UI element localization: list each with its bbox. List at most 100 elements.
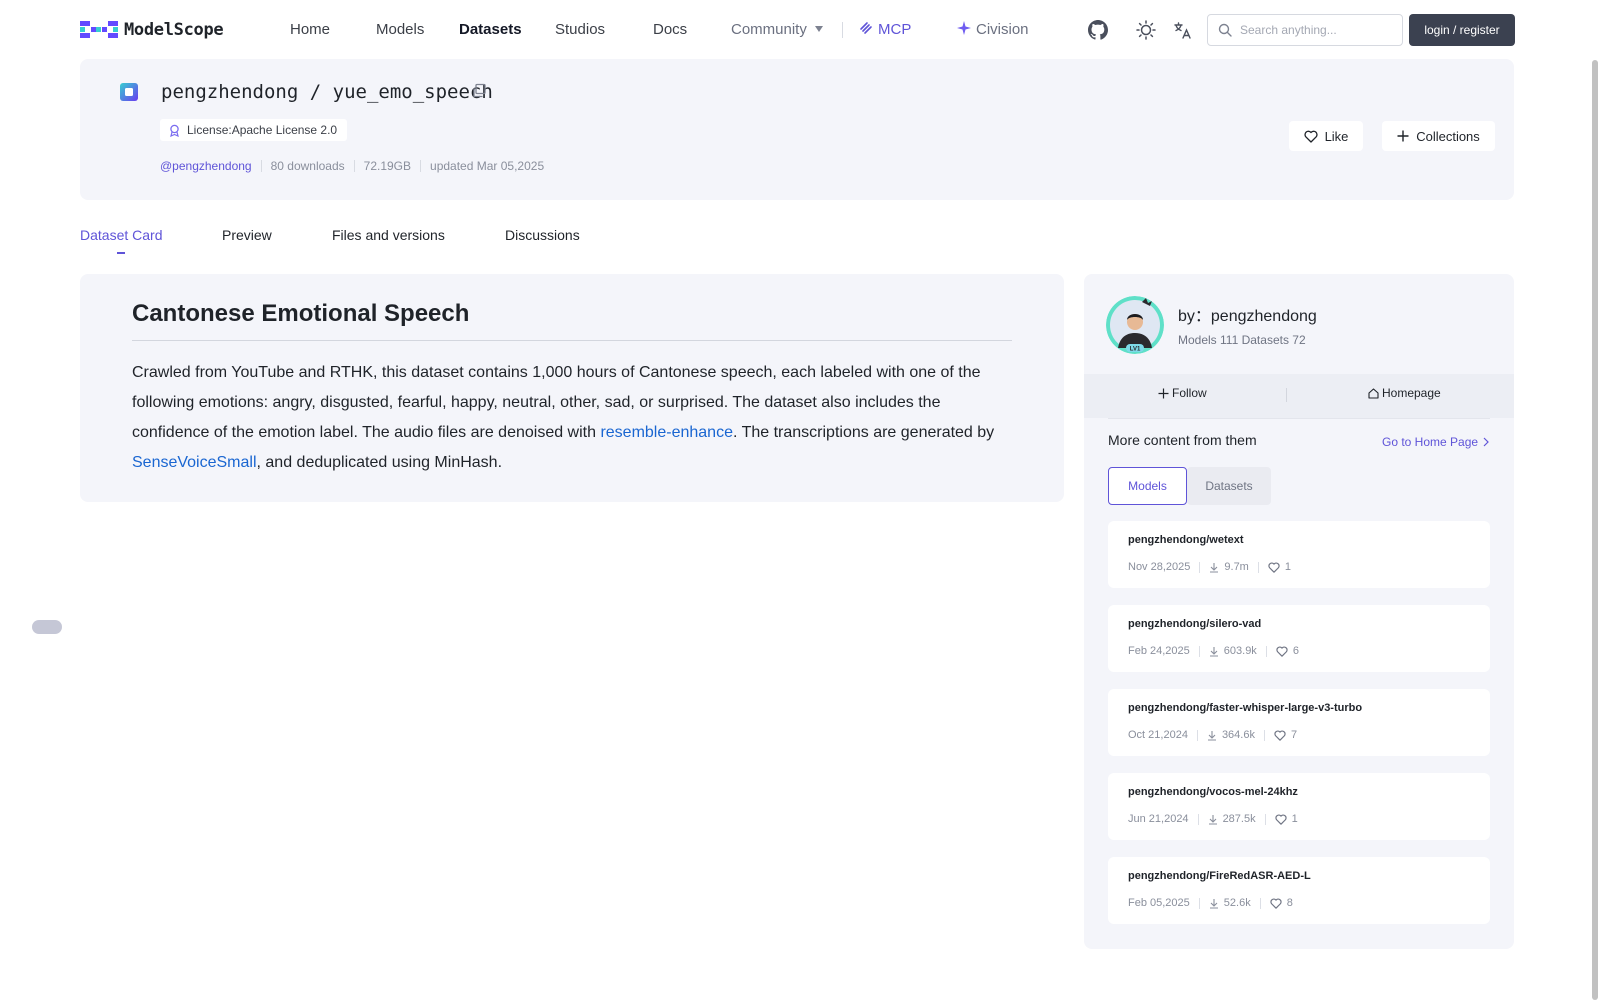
modelscope-logo-icon bbox=[80, 21, 118, 38]
heart-icon bbox=[1268, 562, 1280, 573]
model-name: pengzhendong/FireRedASR-AED-L bbox=[1128, 870, 1311, 882]
caret-down-icon bbox=[814, 26, 823, 32]
meta-divider bbox=[1263, 729, 1265, 741]
login-register-button[interactable]: login / register bbox=[1409, 14, 1515, 46]
model-date: Jun 21,2024 bbox=[1128, 813, 1189, 825]
modelscope-logo[interactable]: ModelScope bbox=[80, 18, 224, 42]
homepage-label: Homepage bbox=[1382, 386, 1441, 400]
level-badge: LV1 bbox=[1130, 347, 1141, 353]
homepage-button[interactable]: Homepage bbox=[1368, 386, 1441, 400]
model-card[interactable]: pengzhendong/silero-vad Feb 24,2025 603.… bbox=[1108, 605, 1490, 672]
heart-icon bbox=[1274, 730, 1286, 741]
license-text: License:Apache License 2.0 bbox=[187, 123, 338, 137]
nav-civision-label: Civision bbox=[976, 21, 1029, 38]
author-counts: Models 111 Datasets 72 bbox=[1178, 333, 1306, 347]
meta-divider bbox=[1259, 897, 1261, 909]
author-avatar[interactable]: LV1 bbox=[1106, 296, 1164, 354]
model-name: pengzhendong/wetext bbox=[1128, 534, 1244, 546]
plus-icon bbox=[1158, 388, 1169, 398]
like-button[interactable]: Like bbox=[1289, 121, 1363, 151]
card-description: Crawled from YouTube and RTHK, this data… bbox=[132, 358, 1012, 478]
model-downloads: 364.6k bbox=[1221, 729, 1255, 741]
title-separator: / bbox=[309, 81, 322, 103]
model-name: pengzhendong/silero-vad bbox=[1128, 618, 1262, 630]
model-card[interactable]: pengzhendong/vocos-mel-24khz Jun 21,2024… bbox=[1108, 773, 1490, 840]
sidebar-divider bbox=[1108, 418, 1490, 419]
meta-divider bbox=[1198, 897, 1200, 909]
meta-divider bbox=[353, 160, 355, 172]
dataset-owner[interactable]: pengzhendong bbox=[161, 81, 298, 103]
meta-divider bbox=[1199, 561, 1201, 573]
model-meta: Nov 28,2025 9.7m 1 bbox=[1128, 561, 1291, 573]
nav-datasets[interactable]: Datasets bbox=[459, 20, 522, 40]
sensevoicesmall-link[interactable]: SenseVoiceSmall bbox=[132, 454, 257, 471]
meta-divider bbox=[1196, 729, 1198, 741]
search-input[interactable] bbox=[1240, 23, 1390, 37]
language-switch-icon[interactable] bbox=[1170, 18, 1194, 42]
model-name: pengzhendong/faster-whisper-large-v3-tur… bbox=[1128, 702, 1363, 714]
search-box[interactable] bbox=[1207, 14, 1403, 46]
heart-icon bbox=[1304, 130, 1318, 143]
dataset-card-content: Cantonese Emotional Speech Crawled from … bbox=[80, 274, 1064, 502]
model-likes: 6 bbox=[1292, 645, 1299, 657]
meta-divider bbox=[1257, 561, 1259, 573]
more-content-title: More content from them bbox=[1108, 432, 1257, 448]
author-name[interactable]: by：pengzhendong bbox=[1178, 302, 1317, 326]
search-icon bbox=[1218, 23, 1232, 37]
download-icon bbox=[1209, 646, 1218, 657]
tab-discussions[interactable]: Discussions bbox=[505, 225, 580, 245]
nav-civision[interactable]: Civision bbox=[956, 20, 1029, 40]
tab-files-and-versions[interactable]: Files and versions bbox=[332, 225, 445, 245]
nav-docs[interactable]: Docs bbox=[653, 20, 687, 40]
description-part-2: . The transcriptions are generated by bbox=[732, 424, 995, 441]
heart-icon bbox=[1270, 898, 1282, 909]
nav-community-label: Community bbox=[731, 21, 807, 38]
model-likes: 1 bbox=[1284, 561, 1291, 573]
dataset-icon bbox=[120, 83, 138, 101]
nav-studios[interactable]: Studios bbox=[555, 20, 605, 40]
like-label: Like bbox=[1324, 128, 1349, 144]
collections-button[interactable]: Collections bbox=[1382, 121, 1495, 151]
nav-models[interactable]: Models bbox=[376, 20, 424, 40]
segment-models[interactable]: Models bbox=[1108, 467, 1187, 505]
copy-icon[interactable] bbox=[471, 83, 487, 99]
model-meta: Feb 05,2025 52.6k 8 bbox=[1128, 897, 1293, 909]
model-card[interactable]: pengzhendong/faster-whisper-large-v3-tur… bbox=[1108, 689, 1490, 756]
nav-community[interactable]: Community bbox=[731, 20, 823, 40]
meta-divider bbox=[260, 160, 262, 172]
segment-datasets[interactable]: Datasets bbox=[1187, 467, 1271, 505]
follow-button[interactable]: Follow bbox=[1158, 386, 1207, 400]
model-downloads: 603.9k bbox=[1223, 645, 1257, 657]
download-count: 80 downloads bbox=[270, 159, 345, 173]
model-card[interactable]: pengzhendong/FireRedASR-AED-L Feb 05,202… bbox=[1108, 857, 1490, 924]
actions-divider bbox=[1286, 388, 1287, 402]
page-scrollbar[interactable] bbox=[1592, 60, 1598, 1000]
chevron-right-icon bbox=[1483, 437, 1489, 447]
model-date: Nov 28,2025 bbox=[1128, 561, 1191, 573]
github-icon[interactable] bbox=[1086, 18, 1110, 42]
theme-sun-icon[interactable] bbox=[1134, 18, 1158, 42]
author-link[interactable]: @pengzhendong bbox=[160, 159, 252, 173]
author-actions: Follow Homepage bbox=[1084, 374, 1514, 418]
model-downloads: 9.7m bbox=[1224, 561, 1249, 573]
dataset-size: 72.19GB bbox=[363, 159, 412, 173]
nav-mcp-label: MCP bbox=[878, 21, 912, 38]
meta-divider bbox=[420, 160, 422, 172]
meta-divider bbox=[1264, 813, 1266, 825]
goto-label: Go to Home Page bbox=[1382, 435, 1479, 449]
resemble-enhance-link[interactable]: resemble-enhance bbox=[600, 424, 733, 441]
home-icon bbox=[1368, 387, 1379, 399]
floating-toggle-handle[interactable] bbox=[32, 620, 62, 634]
nav-home[interactable]: Home bbox=[290, 20, 330, 40]
collections-label: Collections bbox=[1416, 128, 1480, 144]
updated-date: updated Mar 05,2025 bbox=[430, 159, 545, 173]
model-card[interactable]: pengzhendong/wetext Nov 28,2025 9.7m 1 bbox=[1108, 521, 1490, 588]
dataset-header: pengzhendong / yue_emo_speech License:Ap… bbox=[80, 59, 1514, 200]
go-to-home-page-link[interactable]: Go to Home Page bbox=[1382, 435, 1491, 449]
model-likes: 7 bbox=[1290, 729, 1298, 741]
tab-dataset-card[interactable]: Dataset Card bbox=[80, 225, 162, 245]
model-date: Oct 21,2024 bbox=[1128, 729, 1188, 741]
nav-mcp[interactable]: MCP bbox=[858, 20, 911, 40]
model-downloads: 287.5k bbox=[1222, 813, 1256, 825]
tab-preview[interactable]: Preview bbox=[222, 225, 272, 245]
